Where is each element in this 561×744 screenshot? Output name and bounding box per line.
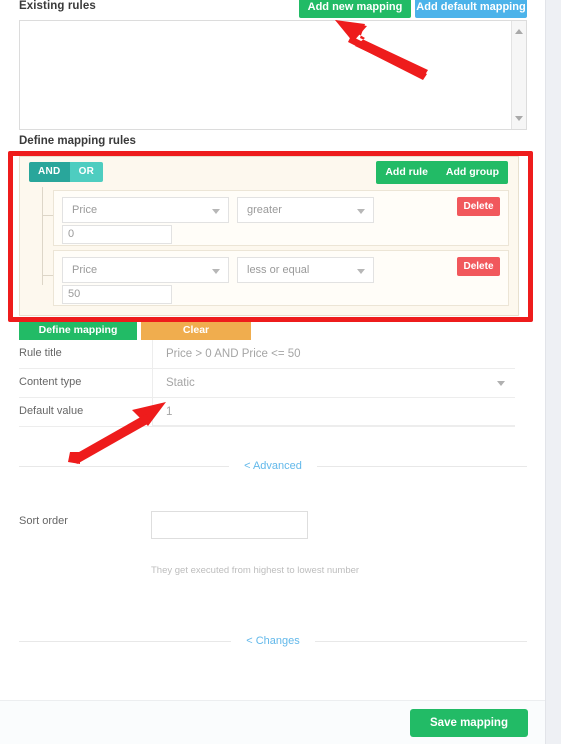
content-type-row: Content type Static xyxy=(19,369,515,398)
divider-left xyxy=(19,465,230,467)
rule-operator-select[interactable]: greater xyxy=(237,197,374,223)
divider-left xyxy=(19,640,232,642)
default-value-label: Default value xyxy=(19,405,84,417)
chevron-down-icon xyxy=(212,209,220,214)
table-row: Price less or equal 50 Delete xyxy=(53,250,509,306)
existing-rules-header: Existing rules Add new mapping Add defau… xyxy=(19,0,527,19)
existing-rules-scrollbar[interactable] xyxy=(511,21,526,129)
query-builder-group-header: AND OR Add rule Add group xyxy=(20,157,518,187)
default-value-input[interactable]: 1 xyxy=(152,398,515,426)
group-actions: Add rule Add group xyxy=(376,161,508,184)
save-mapping-button[interactable]: Save mapping xyxy=(410,709,528,737)
chevron-down-icon xyxy=(357,209,365,214)
add-new-mapping-button[interactable]: Add new mapping xyxy=(299,0,411,18)
clear-button[interactable]: Clear xyxy=(141,320,251,340)
footer-bar: Save mapping xyxy=(0,700,545,744)
rule-field-select[interactable]: Price xyxy=(62,197,229,223)
rule-title-input[interactable]: Price > 0 AND Price <= 50 xyxy=(152,340,515,368)
query-builder: AND OR Add rule Add group Price greater … xyxy=(19,156,519,316)
rule-field-value: Price xyxy=(72,204,98,216)
existing-rules-listbox[interactable] xyxy=(19,20,527,130)
advanced-collapse-toggle[interactable]: < Advanced xyxy=(19,458,527,474)
rule-connector-line xyxy=(42,187,53,285)
content-type-value: Static xyxy=(166,377,195,389)
chevron-down-icon xyxy=(497,381,505,386)
rule-operator-value: greater xyxy=(247,204,282,216)
condition-or-button[interactable]: OR xyxy=(69,162,104,182)
delete-rule-button[interactable]: Delete xyxy=(457,257,500,276)
caret-up-icon[interactable] xyxy=(515,29,523,34)
changes-collapse-label[interactable]: < Changes xyxy=(231,635,315,647)
rule-value-input[interactable]: 0 xyxy=(62,225,172,244)
divider-right xyxy=(314,640,528,642)
rule-title-label: Rule title xyxy=(19,347,62,359)
content-type-label: Content type xyxy=(19,376,82,388)
rule-field-select[interactable]: Price xyxy=(62,257,229,283)
default-value-row: Default value 1 xyxy=(19,398,515,427)
rule-field-value: Price xyxy=(72,264,98,276)
define-mapping-button[interactable]: Define mapping xyxy=(19,320,137,340)
table-row: Price greater 0 Delete xyxy=(53,190,509,246)
condition-toggle-group[interactable]: AND OR xyxy=(29,162,104,182)
existing-rules-label: Existing rules xyxy=(19,0,96,12)
chevron-down-icon xyxy=(357,269,365,274)
condition-and-button[interactable]: AND xyxy=(29,162,70,182)
sort-order-hint: They get executed from highest to lowest… xyxy=(151,565,360,576)
rule-operator-value: less or equal xyxy=(247,264,310,276)
chevron-down-icon xyxy=(212,269,220,274)
rule-operator-select[interactable]: less or equal xyxy=(237,257,374,283)
divider-right xyxy=(316,465,527,467)
rule-value-input[interactable]: 50 xyxy=(62,285,172,304)
rule-title-row: Rule title Price > 0 AND Price <= 50 xyxy=(19,340,515,369)
sort-order-input[interactable] xyxy=(151,511,308,539)
page-scroll-gutter xyxy=(545,0,561,744)
advanced-collapse-label[interactable]: < Advanced xyxy=(229,460,317,472)
add-rule-button[interactable]: Add rule xyxy=(376,161,437,184)
delete-rule-button[interactable]: Delete xyxy=(457,197,500,216)
sort-order-label: Sort order xyxy=(19,515,68,527)
add-group-button[interactable]: Add group xyxy=(437,161,508,184)
add-default-mapping-button[interactable]: Add default mapping xyxy=(415,0,527,18)
content-type-select[interactable]: Static xyxy=(152,369,515,397)
changes-collapse-toggle[interactable]: < Changes xyxy=(19,633,528,649)
define-mapping-rules-label: Define mapping rules xyxy=(19,135,136,147)
caret-down-icon[interactable] xyxy=(515,116,523,121)
mapping-editor-page: Existing rules Add new mapping Add defau… xyxy=(0,0,545,744)
